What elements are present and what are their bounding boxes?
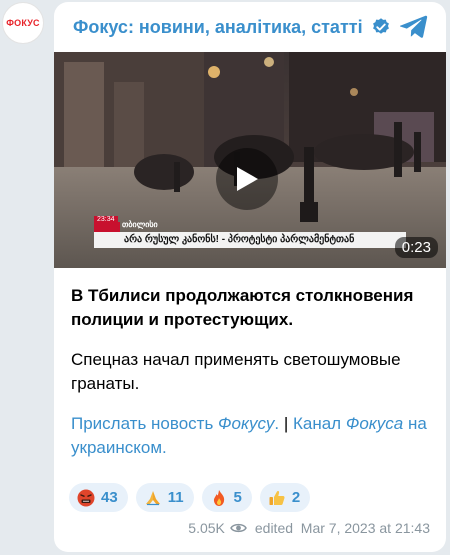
broadcast-ticker: არა რუსულ კანონს! - პროტესტი პარლამენტთა… (94, 232, 406, 248)
reaction-count: 5 (233, 489, 242, 506)
ukrainian-channel-link-text[interactable]: Канал (293, 414, 346, 433)
reaction-count: 2 (291, 489, 301, 506)
edited-timestamp: edited Mar 7, 2023 at 21:43 (254, 520, 430, 536)
view-count: 5.05K (188, 520, 225, 536)
reaction-pray[interactable]: 11 (135, 483, 194, 512)
verified-badge-icon (372, 18, 389, 34)
submit-news-link-italic[interactable]: Фокусу (218, 414, 274, 433)
play-button[interactable] (216, 148, 278, 210)
reaction-fire[interactable]: 5 (201, 483, 252, 512)
message-header: Фокус: новини, аналітика, статті (73, 14, 432, 40)
message-text: В Тбилиси продолжаются столкновения поли… (71, 284, 432, 460)
fire-icon (210, 489, 228, 507)
message-bubble: Фокус: новини, аналітика, статті 23:34 თ… (54, 2, 446, 552)
channel-name[interactable]: Фокус: новини, аналітика, статті (73, 17, 363, 38)
thumbs-up-icon (268, 489, 286, 507)
telegram-share-icon[interactable] (400, 14, 428, 38)
reaction-thumbs-up[interactable]: 2 (259, 483, 311, 512)
message-body: Спецназ начал применять светошумовые гра… (71, 350, 401, 393)
reactions-bar: 43 11 5 2 (69, 483, 311, 512)
broadcast-location: თბილისი (122, 220, 158, 229)
ukrainian-channel-link-italic[interactable]: Фокуса (346, 414, 403, 433)
avatar-logo-text: ФОКУС (6, 18, 40, 28)
telegram-post-view: ФОКУС Фокус: новини, аналітика, статті 2… (0, 0, 450, 555)
video-duration: 0:23 (394, 237, 438, 258)
play-icon (237, 167, 258, 191)
video-player[interactable]: 23:34 თბილისი არა რუსულ კანონს! - პროტეს… (54, 52, 446, 268)
angry-face-icon (77, 489, 95, 507)
submit-news-link-text[interactable]: Прислать новость (71, 414, 218, 433)
reaction-count: 11 (167, 489, 184, 506)
eye-icon (230, 523, 247, 533)
praying-hands-icon (144, 489, 162, 507)
reaction-count: 43 (101, 489, 118, 506)
message-meta: 5.05K edited Mar 7, 2023 at 21:43 (188, 520, 430, 536)
links-separator: | (279, 414, 293, 433)
channel-avatar[interactable]: ФОКУС (2, 2, 44, 44)
message-links: Прислать новость Фокусу. | Канал Фокуса … (71, 412, 432, 460)
reaction-angry[interactable]: 43 (69, 483, 128, 512)
message-headline: В Тбилиси продолжаются столкновения поли… (71, 286, 414, 329)
